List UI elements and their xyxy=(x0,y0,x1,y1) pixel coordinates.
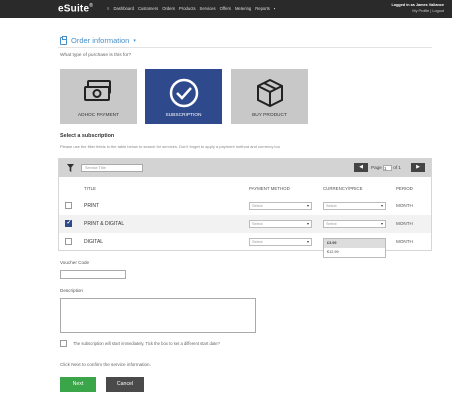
row-period: MONTH xyxy=(396,203,413,208)
currency-option[interactable]: €12.99 xyxy=(324,248,385,257)
page-number-input[interactable]: 1 xyxy=(383,165,393,171)
col-title: TITLE xyxy=(84,186,96,191)
purchase-type-question: What type of purchase is this for? xyxy=(60,53,132,58)
select-subscription-title: Select a subscription xyxy=(60,133,115,139)
nav-services[interactable]: Services xyxy=(200,6,216,11)
description-label: Description xyxy=(60,288,83,293)
cash-icon xyxy=(83,80,111,101)
checkmark-circle-icon xyxy=(169,78,198,108)
voucher-code-label: Voucher Code xyxy=(60,260,90,265)
select-subscription-help: Please use the filter fields in the tabl… xyxy=(60,144,280,149)
top-navbar: eSuite® ≡ Dashboard Customers Orders Pro… xyxy=(0,0,452,18)
prev-page-button[interactable]: ◀ xyxy=(354,163,368,172)
filter-icon[interactable] xyxy=(67,164,74,172)
next-button[interactable]: Next xyxy=(60,377,96,392)
table-row[interactable]: PRINT Select Select MONTH xyxy=(59,197,431,215)
adhoc-payment-tile[interactable]: ADHOC PAYMENT xyxy=(60,69,137,124)
divider xyxy=(58,47,432,48)
chat-icon[interactable]: ▪ xyxy=(274,6,276,11)
col-currency-price: CURRENCY/PRICE xyxy=(323,186,363,191)
row-title: PRINT xyxy=(84,203,99,209)
voucher-code-input[interactable] xyxy=(60,270,126,279)
page-of-label: of 1 xyxy=(393,165,401,171)
box-icon xyxy=(256,78,283,108)
user-info: Logged in as James Vallance My Profile |… xyxy=(391,2,444,14)
filter-bar: Service Title ◀ Page 1 of 1 ▶ xyxy=(59,159,431,177)
buy-product-label: BUY PRODUCT xyxy=(252,113,287,118)
nav-dashboard[interactable]: Dashboard xyxy=(113,6,134,11)
cancel-button[interactable]: Cancel xyxy=(106,377,144,392)
row-title: PRINT & DIGITAL xyxy=(84,221,125,227)
payment-method-select[interactable]: Select xyxy=(249,238,312,246)
arrow-right-icon: ▶ xyxy=(416,164,420,170)
order-info-title: Order information xyxy=(71,36,130,45)
subscription-label: SUBSCRIPTION xyxy=(165,113,202,118)
service-title-search[interactable]: Service Title xyxy=(81,164,143,172)
main-nav: ≡ Dashboard Customers Orders Products Se… xyxy=(107,6,275,11)
clipboard-icon xyxy=(60,35,67,45)
next-page-button[interactable]: ▶ xyxy=(411,163,425,172)
start-date-text: The subscription will start immediately.… xyxy=(73,341,220,346)
adhoc-payment-label: ADHOC PAYMENT xyxy=(77,113,120,118)
row-checkbox[interactable] xyxy=(65,238,72,245)
confirm-instructions: Click Next to confirm the service inform… xyxy=(60,362,151,367)
row-period: MONTH xyxy=(396,239,413,244)
arrow-left-icon: ◀ xyxy=(359,164,363,170)
currency-dropdown-list: £3.99 €12.99 xyxy=(323,238,386,258)
nav-products[interactable]: Products xyxy=(179,6,196,11)
payment-method-select[interactable]: Select xyxy=(249,220,312,228)
row-title: DIGITAL xyxy=(84,239,104,245)
nav-metering[interactable]: Metering xyxy=(235,6,251,11)
page-label: Page xyxy=(371,165,382,171)
menu-icon[interactable]: ≡ xyxy=(107,6,109,11)
buy-product-tile[interactable]: BUY PRODUCT xyxy=(231,69,308,124)
nav-orders[interactable]: Orders xyxy=(162,6,175,11)
description-textarea[interactable] xyxy=(60,298,256,333)
col-payment-method: PAYMENT METHOD xyxy=(249,186,290,191)
order-info-header[interactable]: Order information ▾ xyxy=(60,35,136,45)
currency-option[interactable]: £3.99 xyxy=(324,239,385,248)
currency-price-select[interactable]: Select xyxy=(323,220,386,228)
logged-in-label: Logged in as James Vallance xyxy=(391,3,444,7)
currency-price-select[interactable]: Select xyxy=(323,202,386,210)
nav-reports[interactable]: Reports xyxy=(255,6,270,11)
row-checkbox[interactable] xyxy=(65,219,72,227)
nav-offers[interactable]: Offers xyxy=(220,6,231,11)
profile-logout-links[interactable]: My Profile | Logout xyxy=(412,9,444,13)
col-period: PERIOD xyxy=(396,186,413,191)
pagination: Page 1 of 1 xyxy=(371,165,401,171)
subscription-tile[interactable]: SUBSCRIPTION xyxy=(145,69,222,124)
row-period: MONTH xyxy=(396,221,413,226)
table-row[interactable]: PRINT & DIGITAL Select Select MONTH xyxy=(59,215,431,233)
row-checkbox[interactable] xyxy=(65,202,72,209)
subscription-table: Service Title ◀ Page 1 of 1 ▶ TITLE PAYM… xyxy=(58,158,432,258)
payment-method-select[interactable]: Select xyxy=(249,202,312,210)
chevron-down-icon: ▾ xyxy=(133,37,136,44)
nav-customers[interactable]: Customers xyxy=(138,6,158,11)
start-date-checkbox[interactable] xyxy=(60,340,67,347)
app-logo[interactable]: eSuite® xyxy=(58,3,93,14)
